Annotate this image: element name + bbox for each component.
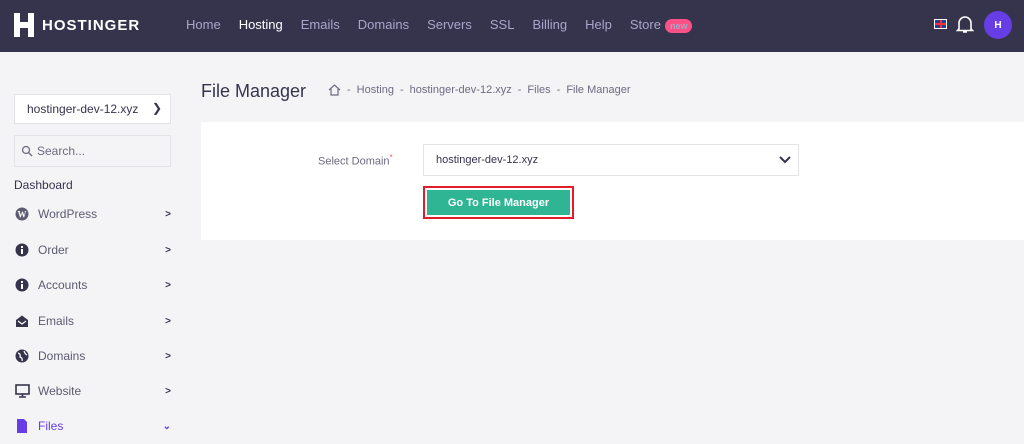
avatar[interactable]: H [984,11,1012,39]
file-manager-card: Select Domain* hostinger-dev-12.xyz Go T… [201,122,1024,240]
home-icon[interactable] [328,84,341,96]
nav-domains[interactable]: Domains [358,17,409,32]
button-label: Go To File Manager [427,190,570,215]
globe-icon [14,348,30,364]
breadcrumb-separator: - [556,84,561,96]
svg-text:W: W [18,210,27,220]
brand-name: HOSTINGER [42,16,141,34]
required-marker: * [389,153,393,162]
go-to-file-manager-button[interactable]: Go To File Manager [423,186,574,219]
domain-select[interactable]: hostinger-dev-12.xyz ❯ [14,94,171,124]
breadcrumb-domain[interactable]: hostinger-dev-12.xyz [410,84,512,96]
nav-store[interactable]: Store new [629,17,693,33]
main-nav: Home Hosting Emails Domains Servers SSL … [186,17,693,33]
chevron-down-icon: ❯ [151,101,162,115]
sidebar-item-label: Order [38,243,69,257]
breadcrumb-hosting[interactable]: Hosting [357,84,394,96]
chevron-right-icon: > [165,315,171,327]
nav-hosting[interactable]: Hosting [239,17,283,32]
sidebar-item-label: WordPress [38,207,98,221]
chevron-down-icon: ⌄ [162,420,171,432]
nav-servers[interactable]: Servers [427,17,472,32]
nav-help[interactable]: Help [585,17,612,32]
sidebar-item-label: Emails [38,314,75,328]
page-title: File Manager [201,81,307,101]
nav-ssl[interactable]: SSL [490,17,515,32]
sidebar-heading-dashboard[interactable]: Dashboard [14,178,73,192]
sidebar-item-domains[interactable]: Domains > [14,346,174,366]
search-input[interactable]: Search... [14,135,171,167]
hostinger-logo[interactable]: HOSTINGER [14,13,140,37]
breadcrumb-separator: - [347,84,351,96]
bell-icon[interactable] [956,14,974,34]
breadcrumb-separator: - [517,84,522,96]
domain-select-value: hostinger-dev-12.xyz [27,102,139,116]
sidebar-item-accounts[interactable]: Accounts > [14,275,174,295]
nav-emails[interactable]: Emails [301,17,340,32]
breadcrumb-separator: - [399,84,404,96]
file-icon [14,418,30,434]
domain-dropdown-value: hostinger-dev-12.xyz [436,154,539,166]
breadcrumb: - Hosting - hostinger-dev-12.xyz - Files… [328,84,631,96]
sidebar-item-wordpress[interactable]: W WordPress > [14,204,174,224]
chevron-right-icon: > [165,350,171,362]
info-icon [14,242,30,258]
breadcrumb-files[interactable]: Files [527,84,550,96]
sidebar-item-label: Domains [38,349,86,363]
logo-icon [14,13,34,37]
sidebar-item-files[interactable]: Files ⌄ [14,416,174,436]
domain-dropdown[interactable]: hostinger-dev-12.xyz [423,144,799,176]
sidebar-item-label: Accounts [38,278,88,292]
search-placeholder: Search... [37,144,86,158]
search-icon [21,145,33,157]
top-navbar: HOSTINGER Home Hosting Emails Domains Se… [0,0,1024,52]
breadcrumb-current: File Manager [566,84,631,96]
sidebar-item-label: Website [38,384,82,398]
label-text: Select Domain [318,155,390,168]
uk-flag-icon[interactable] [934,19,947,29]
chevron-right-icon: > [165,244,171,256]
chevron-right-icon: > [165,385,171,397]
select-domain-label: Select Domain* [318,153,393,168]
chevron-down-icon [779,156,791,164]
monitor-icon [14,383,30,399]
sidebar-item-emails[interactable]: Emails > [14,311,174,331]
new-badge: new [664,19,693,33]
chevron-right-icon: > [165,279,171,291]
sidebar-item-website[interactable]: Website > [14,381,174,401]
sidebar-item-label: Files [38,419,64,433]
sidebar-item-order[interactable]: Order > [14,240,174,260]
nav-home[interactable]: Home [186,17,221,32]
envelope-open-icon [14,313,30,329]
wordpress-icon: W [14,206,30,222]
info-icon [14,277,30,293]
nav-store-label: Store [629,17,661,32]
nav-billing[interactable]: Billing [532,17,567,32]
chevron-right-icon: > [165,208,171,220]
